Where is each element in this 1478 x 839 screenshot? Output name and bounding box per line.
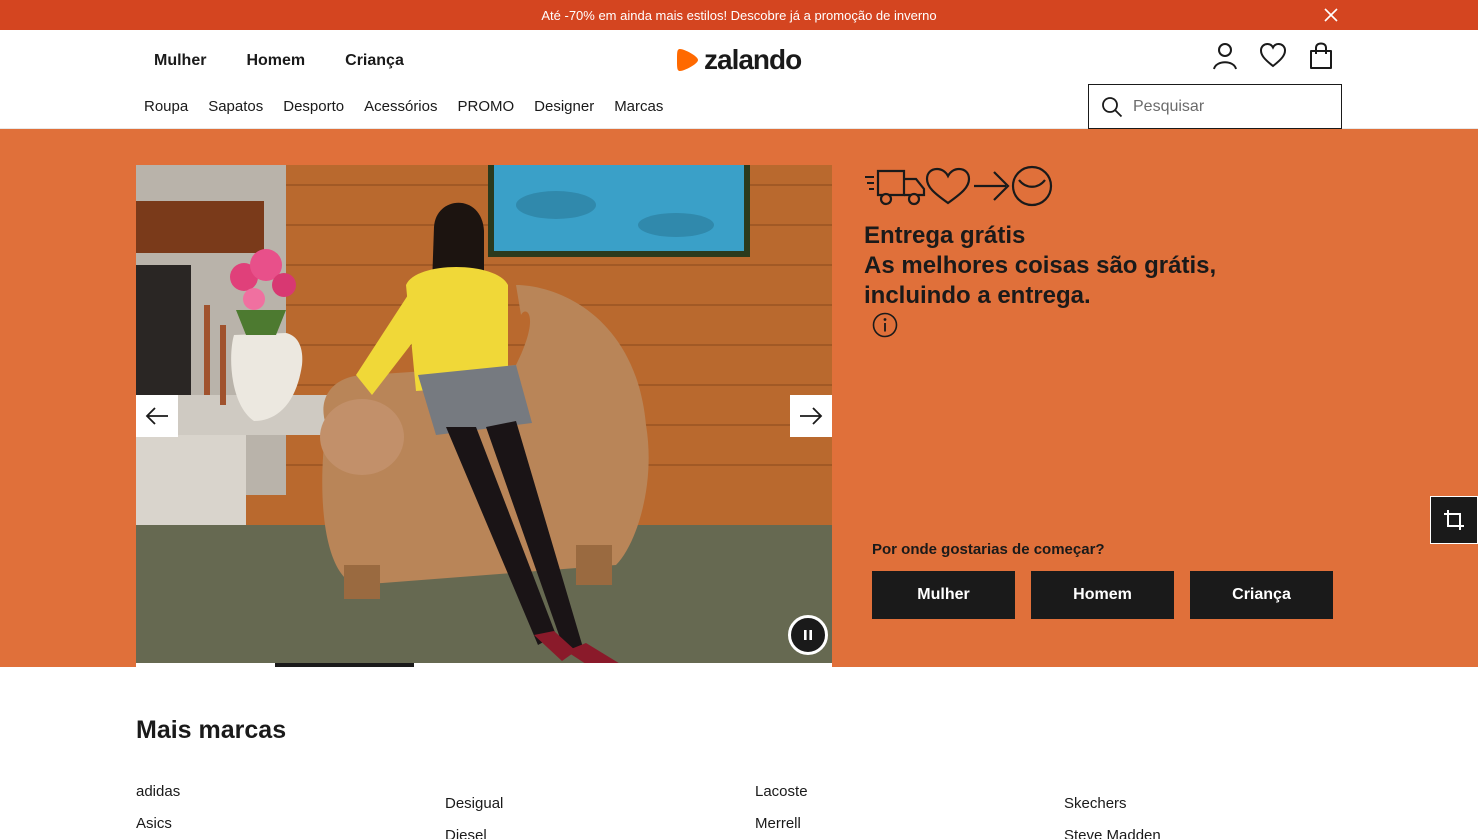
start-crianca-button[interactable]: Criança: [1190, 571, 1333, 619]
hero-campaign-image[interactable]: [136, 165, 832, 663]
start-homem-button[interactable]: Homem: [1031, 571, 1174, 619]
nav-roupa[interactable]: Roupa: [144, 98, 188, 115]
promo-text[interactable]: Até -70% em ainda mais estilos! Descobre…: [541, 8, 936, 23]
nav-acessorios[interactable]: Acessórios: [364, 98, 437, 115]
brand-link[interactable]: Lacoste: [755, 783, 808, 801]
brand-column-2: Desigual Diesel: [445, 795, 503, 839]
carousel-pause-button[interactable]: [788, 615, 828, 655]
start-buttons: Mulher Homem Criança: [872, 571, 1333, 619]
benefit-heading: Entrega grátis As melhores coisas são gr…: [864, 221, 1284, 311]
nav-crianca[interactable]: Criança: [345, 52, 404, 70]
campaign-photo: [136, 165, 832, 663]
carousel-next-button[interactable]: [790, 395, 832, 437]
start-mulher-button[interactable]: Mulher: [872, 571, 1015, 619]
brand-link[interactable]: Steve Madden: [1064, 827, 1161, 839]
zalando-logo[interactable]: zalando: [676, 44, 802, 76]
benefit-title-line2: As melhores coisas são grátis,: [864, 252, 1217, 279]
brand-column-1: adidas Asics: [136, 783, 180, 833]
brand-link[interactable]: Desigual: [445, 795, 503, 813]
arrow-right-icon: [800, 407, 823, 425]
benefit-title-line1: Entrega grátis: [864, 222, 1026, 249]
brand-link[interactable]: Diesel: [445, 827, 503, 839]
brand-link[interactable]: Merrell: [755, 815, 808, 833]
search-input[interactable]: [1133, 97, 1323, 116]
carousel-progress-active: [275, 663, 414, 667]
floating-crop-button[interactable]: [1430, 496, 1478, 544]
pause-icon: [804, 630, 812, 640]
nav-mulher[interactable]: Mulher: [154, 52, 206, 70]
brand-column-4: Skechers Steve Madden: [1064, 795, 1161, 839]
brand-link[interactable]: adidas: [136, 783, 180, 801]
crop-icon: [1444, 510, 1464, 530]
carousel-progress: [136, 663, 832, 667]
free-delivery-icons: [865, 165, 1053, 207]
benefit-title-line3: incluindo a entrega.: [864, 282, 1091, 309]
nav-desporto[interactable]: Desporto: [283, 98, 344, 115]
gender-nav: Mulher Homem Criança: [154, 52, 404, 70]
brands-heading: Mais marcas: [136, 716, 287, 744]
hero-banner: Entrega grátis As melhores coisas são gr…: [0, 129, 1478, 667]
carousel-prev-button[interactable]: [136, 395, 178, 437]
search-icon: [1102, 96, 1123, 117]
start-prompt: Por onde gostarias de começar?: [872, 541, 1105, 558]
promo-banner[interactable]: Até -70% em ainda mais estilos! Descobre…: [0, 0, 1478, 30]
nav-promo[interactable]: PROMO: [457, 98, 514, 115]
close-icon[interactable]: [1322, 6, 1340, 24]
logo-text: zalando: [704, 44, 802, 75]
user-icon[interactable]: [1212, 42, 1238, 70]
site-header: Mulher Homem Criança zalando Roupa Sapat…: [0, 30, 1478, 129]
logo-mark-icon: [677, 49, 698, 71]
bag-icon[interactable]: [1308, 42, 1334, 70]
brand-column-3: Lacoste Merrell: [755, 783, 808, 833]
search-box[interactable]: [1088, 84, 1342, 129]
category-nav: Roupa Sapatos Desporto Acessórios PROMO …: [144, 98, 663, 115]
nav-homem[interactable]: Homem: [246, 52, 305, 70]
nav-designer[interactable]: Designer: [534, 98, 594, 115]
info-icon[interactable]: [872, 312, 898, 338]
nav-marcas[interactable]: Marcas: [614, 98, 663, 115]
heart-icon[interactable]: [1260, 42, 1286, 70]
arrow-left-icon: [145, 407, 168, 425]
brand-link[interactable]: Asics: [136, 815, 180, 833]
header-actions: [1212, 42, 1334, 70]
brand-link[interactable]: Skechers: [1064, 795, 1161, 813]
nav-sapatos[interactable]: Sapatos: [208, 98, 263, 115]
